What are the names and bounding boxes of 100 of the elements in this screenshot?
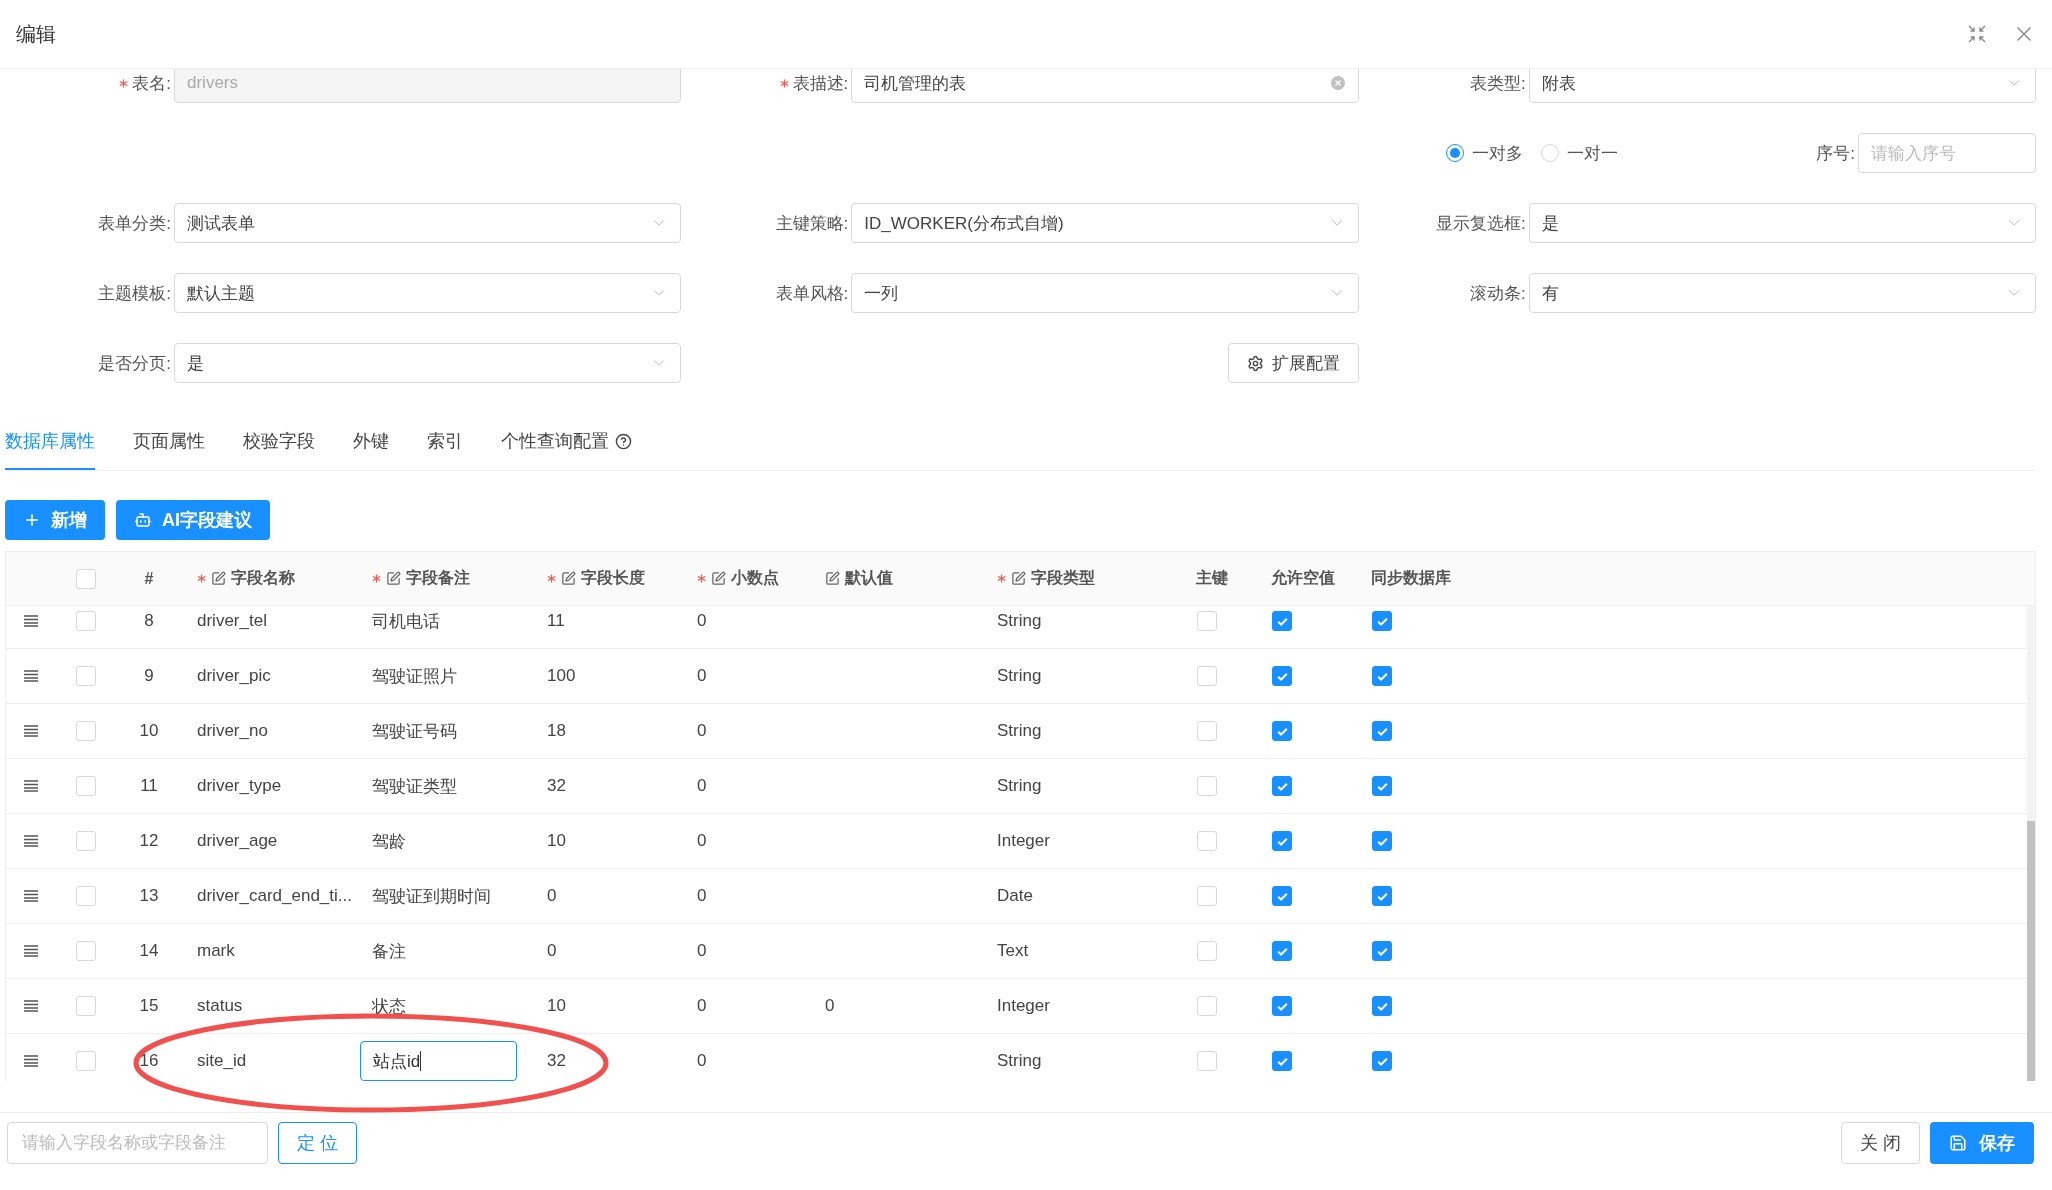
checkbox[interactable] <box>1372 941 1392 961</box>
column-header: 允许空值 <box>1271 568 1335 588</box>
drag-handle-icon[interactable] <box>24 670 38 682</box>
required-icon <box>997 574 1006 583</box>
radio-option[interactable]: 一对多 <box>1445 141 1523 165</box>
column-header: 字段长度 <box>581 568 645 588</box>
select-field[interactable]: 测试表单 <box>174 203 682 243</box>
select-field[interactable]: 是 <box>174 343 682 383</box>
field-label: 滚动条: <box>1469 282 1526 305</box>
select-field[interactable]: ID_WORKER(分布式自增) <box>851 203 1359 243</box>
table-cell: 0 <box>697 886 707 906</box>
row-number: 10 <box>139 721 159 741</box>
checkbox[interactable] <box>1272 721 1292 741</box>
field-label: 表单分类: <box>98 212 171 235</box>
table-cell: 11 <box>547 611 565 631</box>
drag-handle-icon[interactable] <box>24 780 38 792</box>
select-field[interactable]: 默认主题 <box>174 273 682 313</box>
checkbox[interactable] <box>1272 996 1292 1016</box>
plus-icon <box>23 511 41 529</box>
collapse-icon[interactable] <box>1968 25 1986 43</box>
extension-config-button[interactable]: 扩展配置 <box>1227 343 1359 383</box>
table-cell: 0 <box>825 996 835 1016</box>
scrollbar[interactable] <box>2027 606 2035 1081</box>
checkbox[interactable] <box>1372 886 1392 906</box>
checkbox[interactable] <box>1372 996 1392 1016</box>
table-cell-text: 驾驶证照片 <box>372 665 457 688</box>
field-label: 表单风格: <box>775 282 849 305</box>
checkbox[interactable] <box>1272 666 1292 686</box>
table-cell: 0 <box>697 941 707 961</box>
required-icon <box>119 78 129 88</box>
row-number: 11 <box>140 776 158 796</box>
drag-handle-icon[interactable] <box>24 835 38 847</box>
checkbox[interactable] <box>1372 1051 1392 1071</box>
column-header: 小数点 <box>731 568 779 588</box>
checkbox[interactable] <box>1272 941 1292 961</box>
checkbox[interactable] <box>1372 611 1392 631</box>
drag-handle-icon[interactable] <box>24 890 38 902</box>
column-header: 字段类型 <box>1031 568 1095 588</box>
required-icon <box>372 574 381 583</box>
table-cell-text: 驾驶证到期时间 <box>372 885 491 908</box>
column-header: # <box>144 569 154 588</box>
required-icon <box>547 574 556 583</box>
checkbox[interactable] <box>1272 611 1292 631</box>
table-cell-text: 驾驶证号码 <box>372 720 457 743</box>
checkbox[interactable] <box>1272 831 1292 851</box>
table-cell: 100 <box>547 666 576 686</box>
table-cell: 0 <box>697 611 707 631</box>
robot-icon <box>134 511 152 529</box>
table-cell: String <box>997 666 1042 686</box>
select-field[interactable]: 一列 <box>851 273 1359 313</box>
required-icon <box>779 78 789 88</box>
table-cell: 0 <box>697 721 707 741</box>
select-field[interactable]: 是 <box>1528 203 2036 243</box>
radio-option[interactable]: 一对一 <box>1540 141 1618 165</box>
select-field[interactable]: 附表 <box>1528 69 2036 103</box>
dialog-title: 编辑 <box>16 21 56 47</box>
table-cell: 0 <box>697 666 707 686</box>
table-cell-text: 备注 <box>372 940 406 963</box>
table-cell: driver_age <box>197 831 278 851</box>
tab[interactable]: 个性查询配置 <box>501 414 632 470</box>
table-cell: driver_no <box>197 721 268 741</box>
table-cell-text: 司机电话 <box>372 610 440 633</box>
table-cell: 10 <box>547 996 566 1016</box>
column-header: 默认值 <box>845 568 893 588</box>
drag-handle-icon[interactable] <box>24 1055 38 1067</box>
input-field[interactable]: 司机管理的表 <box>851 69 1359 103</box>
tab[interactable]: 校验字段 <box>243 414 315 470</box>
table-cell: 18 <box>547 721 566 741</box>
row-number: 16 <box>139 1051 159 1071</box>
close-button[interactable]: 关 闭 <box>1841 1121 1920 1164</box>
table-cell-text: 驾驶证类型 <box>372 775 457 798</box>
drag-handle-icon[interactable] <box>24 725 38 737</box>
field-label: 表类型: <box>1469 72 1526 95</box>
checkbox[interactable] <box>1372 721 1392 741</box>
input-field[interactable]: 站点id <box>360 1041 517 1081</box>
checkbox[interactable] <box>1372 776 1392 796</box>
table-cell: String <box>997 776 1042 796</box>
drag-handle-icon[interactable] <box>24 945 38 957</box>
checkbox[interactable] <box>1272 1051 1292 1071</box>
help-icon[interactable] <box>615 432 632 450</box>
tab[interactable]: 外键 <box>353 414 389 470</box>
tab[interactable]: 页面属性 <box>133 414 205 470</box>
checkbox[interactable] <box>1272 886 1292 906</box>
field-label: 是否分页: <box>98 352 171 375</box>
radio-label: 一对多 <box>1471 142 1523 165</box>
select-field[interactable]: 有 <box>1528 273 2036 313</box>
clear-icon[interactable] <box>1329 75 1346 91</box>
checkbox[interactable] <box>1372 831 1392 851</box>
row-number: 13 <box>139 886 159 906</box>
row-number: 12 <box>139 831 159 851</box>
checkbox[interactable] <box>1272 776 1292 796</box>
drag-handle-icon[interactable] <box>24 1000 38 1012</box>
tab[interactable]: 索引 <box>427 414 463 470</box>
drag-handle-icon[interactable] <box>24 615 38 627</box>
column-header: 字段备注 <box>406 568 470 588</box>
field-label: 序号: <box>1816 142 1855 165</box>
checkbox[interactable] <box>1372 666 1392 686</box>
table-cell: Integer <box>997 996 1050 1016</box>
table-cell: 32 <box>547 1051 566 1071</box>
field-label: 表描述: <box>792 72 849 95</box>
